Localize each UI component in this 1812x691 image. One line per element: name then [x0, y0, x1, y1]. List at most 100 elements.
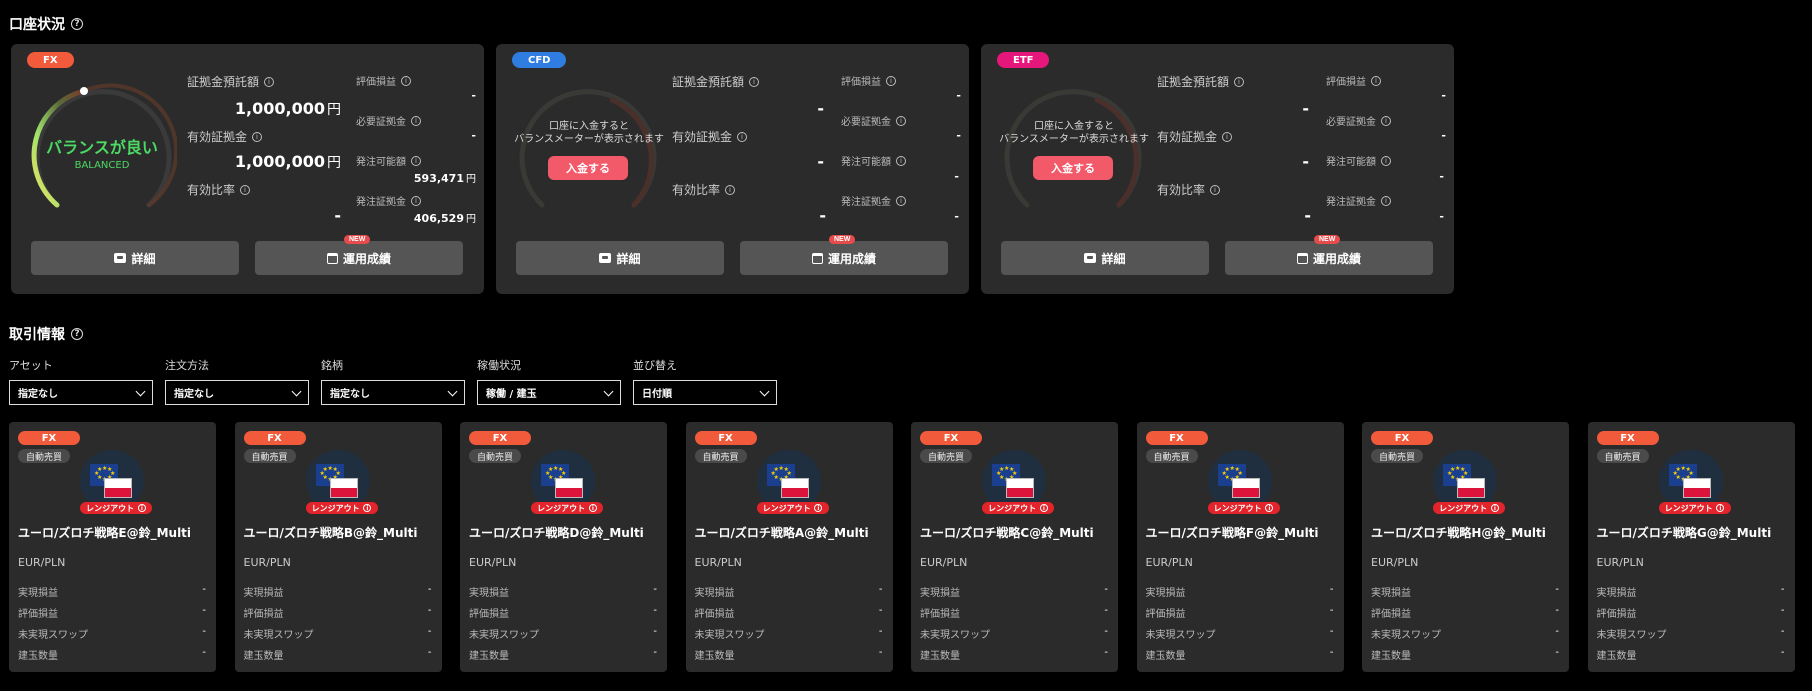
info-icon[interactable]: i: [886, 75, 896, 86]
deposit-message-line2: バランスメーターが表示されます: [514, 134, 664, 145]
performance-button[interactable]: NEW 運用成績: [1225, 235, 1433, 275]
valuation-pl-row: 評価損益 -: [1596, 605, 1785, 620]
strategy-name[interactable]: ユーロ/ズロチ戦略D@鈴_Multi: [469, 524, 644, 541]
info-icon[interactable]: i: [264, 76, 275, 87]
filter-select[interactable]: 指定なし: [321, 380, 465, 405]
info-icon[interactable]: i: [411, 115, 421, 126]
info-icon[interactable]: i: [1381, 155, 1391, 166]
position-qty-row: 建玉数量 -: [243, 647, 432, 662]
valuation-pl-label: 評価損益 i: [1326, 73, 1381, 88]
strategy-name[interactable]: ユーロ/ズロチ戦略E@鈴_Multi: [18, 524, 191, 541]
effective-margin-label: 有効証拠金 i: [672, 128, 748, 145]
strategy-card[interactable]: FX 自動売買 ★★★★★★★★ レンジアウト i ユーロ/ズロチ戦略H@鈴_M…: [1362, 422, 1569, 672]
asset-badge: FX: [694, 431, 757, 445]
info-icon[interactable]: i: [1210, 184, 1221, 195]
filter-select[interactable]: 指定なし: [165, 380, 309, 405]
detail-button[interactable]: 詳細: [31, 241, 239, 275]
performance-button[interactable]: NEW 運用成績: [255, 235, 463, 275]
strategy-card[interactable]: FX 自動売買 ★★★★★★★★ レンジアウト i ユーロ/ズロチ戦略A@鈴_M…: [685, 422, 893, 672]
info-icon[interactable]: i: [1234, 76, 1245, 87]
calendar-icon: [1296, 252, 1308, 264]
info-icon[interactable]: i: [896, 195, 906, 206]
margin-deposit-value: -: [817, 99, 824, 118]
info-icon[interactable]: i: [1222, 131, 1233, 142]
currency-pair: EUR/PLN: [469, 556, 517, 569]
valuation-pl-row: 評価損益 -: [1145, 605, 1334, 620]
strategy-name[interactable]: ユーロ/ズロチ戦略G@鈴_Multi: [1597, 524, 1772, 541]
valuation-pl-label: 評価損益 i: [841, 73, 896, 88]
effective-ratio-value: -: [819, 206, 826, 225]
currency-pair: EUR/PLN: [18, 556, 66, 569]
info-icon[interactable]: i: [240, 184, 251, 195]
trade-section-title: 取引情報 ?: [9, 324, 83, 344]
info-icon[interactable]: i: [252, 131, 263, 142]
realized-pl-row: 実現損益 -: [1371, 584, 1559, 599]
filter-select[interactable]: 指定なし: [9, 380, 153, 405]
poland-flag-icon: [1006, 478, 1034, 498]
margin-deposit-value: 1,000,000 円: [234, 99, 341, 118]
filter-label: 注文方法: [165, 359, 209, 372]
unrealized-swap-row: 未実現スワップ -: [1145, 626, 1334, 641]
detail-button-label: 詳細: [131, 251, 156, 266]
order-available-label: 発注可能額 i: [356, 153, 421, 168]
detail-button[interactable]: 詳細: [1001, 241, 1209, 275]
info-icon[interactable]: i: [725, 184, 736, 195]
strategy-name[interactable]: ユーロ/ズロチ戦略F@鈴_Multi: [1146, 524, 1319, 541]
strategy-name[interactable]: ユーロ/ズロチ戦略C@鈴_Multi: [920, 524, 1094, 541]
strategy-name[interactable]: ユーロ/ズロチ戦略H@鈴_Multi: [1371, 524, 1546, 541]
margin-deposit-label: 証拠金預託額 i: [672, 73, 760, 90]
range-out-badge: レンジアウト i: [1658, 502, 1731, 514]
strategy-card[interactable]: FX 自動売買 ★★★★★★★★ レンジアウト i ユーロ/ズロチ戦略E@鈴_M…: [9, 422, 216, 672]
strategy-card[interactable]: FX 自動売買 ★★★★★★★★ レンジアウト i ユーロ/ズロチ戦略F@鈴_M…: [1136, 422, 1344, 672]
help-icon[interactable]: ?: [71, 18, 83, 30]
effective-margin-value: -: [1302, 152, 1309, 171]
balance-gauge-inactive: [1004, 89, 1142, 208]
account-section-title-text: 口座状況: [9, 17, 65, 33]
info-icon[interactable]: i: [737, 131, 748, 142]
info-icon[interactable]: i: [896, 115, 906, 126]
info-icon[interactable]: i: [411, 155, 421, 166]
deposit-button[interactable]: 入金する: [1033, 156, 1113, 180]
info-icon[interactable]: i: [749, 76, 760, 87]
detail-button[interactable]: 詳細: [516, 241, 724, 275]
strategy-card[interactable]: FX 自動売買 ★★★★★★★★ レンジアウト i ユーロ/ズロチ戦略C@鈴_M…: [911, 422, 1118, 672]
order-available-value: -: [1439, 170, 1444, 183]
info-icon[interactable]: i: [1381, 115, 1391, 126]
asset-badge: FX: [920, 431, 982, 445]
strategy-card[interactable]: FX 自動売買 ★★★★★★★★ レンジアウト i ユーロ/ズロチ戦略B@鈴_M…: [234, 422, 442, 672]
strategy-card[interactable]: FX 自動売買 ★★★★★★★★ レンジアウト i ユーロ/ズロチ戦略D@鈴_M…: [460, 422, 667, 672]
strategy-name[interactable]: ユーロ/ズロチ戦略A@鈴_Multi: [695, 524, 869, 541]
deposit-button[interactable]: 入金する: [548, 156, 628, 180]
auto-trade-badge: 自動売買: [1596, 449, 1649, 463]
performance-button[interactable]: NEW 運用成績: [740, 235, 948, 275]
new-tag: NEW: [1314, 235, 1341, 244]
range-out-badge: レンジアウト i: [531, 502, 603, 514]
help-icon[interactable]: ?: [71, 328, 83, 340]
order-margin-label: 発注証拠金 i: [841, 193, 906, 208]
info-icon[interactable]: i: [1371, 75, 1381, 86]
strategy-card[interactable]: FX 自動売買 ★★★★★★★★ レンジアウト i ユーロ/ズロチ戦略G@鈴_M…: [1587, 422, 1795, 672]
filter-select[interactable]: 稼働 / 建玉: [477, 380, 621, 405]
info-icon[interactable]: i: [1381, 195, 1391, 206]
strategy-name[interactable]: ユーロ/ズロチ戦略B@鈴_Multi: [244, 524, 418, 541]
position-qty-row: 建玉数量 -: [1145, 647, 1334, 662]
valuation-pl-row: 評価損益 -: [1371, 605, 1559, 620]
auto-trade-badge: 自動売買: [18, 449, 71, 463]
realized-pl-row: 実現損益 -: [920, 584, 1108, 599]
filter-label: 稼働状況: [477, 359, 521, 372]
info-icon[interactable]: i: [401, 75, 411, 86]
deposit-message-line2: バランスメーターが表示されます: [999, 134, 1149, 145]
poland-flag-icon: [1231, 478, 1260, 498]
unrealized-swap-row: 未実現スワップ -: [469, 626, 657, 641]
unrealized-swap-row: 未実現スワップ -: [694, 626, 883, 641]
range-out-badge: レンジアウト i: [1433, 502, 1505, 514]
poland-flag-icon: [329, 478, 358, 498]
required-margin-value: -: [471, 129, 476, 142]
asset-badge: FX: [1596, 431, 1659, 445]
valuation-pl-value: -: [956, 89, 961, 102]
info-icon[interactable]: i: [896, 155, 906, 166]
currency-pair: EUR/PLN: [920, 556, 968, 569]
filter-select[interactable]: 日付順: [633, 380, 777, 405]
range-out-badge: レンジアウト i: [80, 502, 152, 514]
info-icon[interactable]: i: [411, 195, 421, 206]
